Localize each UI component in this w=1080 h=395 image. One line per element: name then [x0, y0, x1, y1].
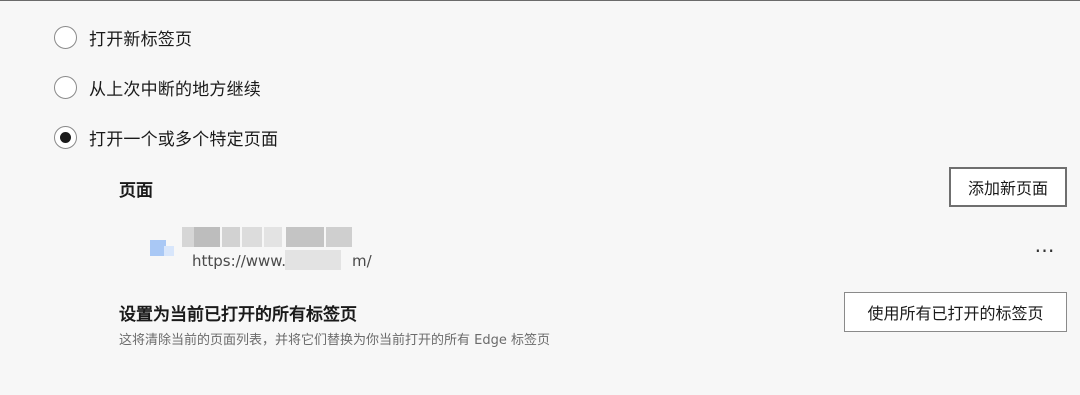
radio-open-new-tab[interactable]: 打开新标签页	[54, 24, 192, 50]
radio-button-icon[interactable]	[54, 25, 77, 49]
more-options-icon[interactable]: …	[1032, 235, 1058, 258]
startup-settings-panel: 打开新标签页 从上次中断的地方继续 打开一个或多个特定页面 页面 添加新页面 h…	[0, 0, 1080, 395]
url-redacted	[285, 250, 341, 270]
radio-label: 从上次中断的地方继续	[89, 79, 261, 100]
radio-button-icon[interactable]	[54, 75, 77, 99]
radio-button-checked-icon[interactable]	[54, 125, 77, 149]
radio-label: 打开一个或多个特定页面	[89, 129, 279, 150]
radio-continue-where-left-off[interactable]: 从上次中断的地方继续	[54, 74, 261, 100]
radio-label: 打开新标签页	[89, 29, 193, 50]
page-title-redacted	[182, 225, 354, 247]
page-list-item: https://www. m/ …	[148, 222, 1068, 272]
add-new-page-button[interactable]: 添加新页面	[949, 167, 1067, 207]
top-divider	[0, 0, 1080, 1]
page-url-head: https://www.	[192, 252, 286, 270]
use-all-open-tabs-button[interactable]: 使用所有已打开的标签页	[844, 292, 1067, 332]
set-current-tabs-title: 设置为当前已打开的所有标签页	[119, 305, 357, 325]
set-current-tabs-description: 这将清除当前的页面列表，并将它们替换为你当前打开的所有 Edge 标签页	[119, 333, 550, 348]
pages-section-title: 页面	[119, 181, 153, 201]
page-url-tail: m/	[351, 252, 372, 270]
page-url: https://www. m/	[192, 252, 372, 270]
radio-open-specific-pages[interactable]: 打开一个或多个特定页面	[54, 124, 278, 150]
website-favicon-icon	[150, 240, 174, 256]
